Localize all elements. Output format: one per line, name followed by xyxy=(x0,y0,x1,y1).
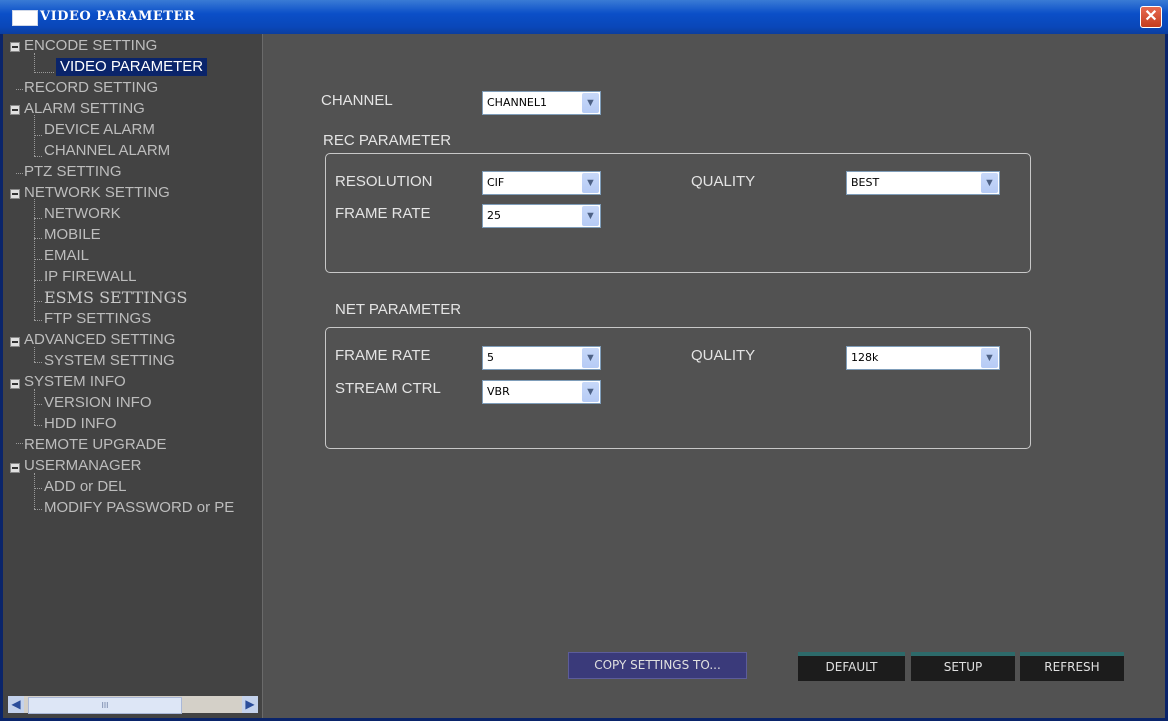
client-area: ENCODE SETTING VIDEO PARAMETER RECORD SE… xyxy=(3,34,1165,718)
channel-label: CHANNEL xyxy=(321,92,393,109)
tree-item-email[interactable]: EMAIL xyxy=(44,247,89,265)
net-stream-ctrl-label: STREAM CTRL xyxy=(335,380,441,397)
net-stream-ctrl-select[interactable]: VBR ▼ xyxy=(482,380,601,404)
net-stream-ctrl-value: VBR xyxy=(487,385,510,398)
tree-item-ip-firewall[interactable]: IP FIREWALL xyxy=(44,268,137,286)
tree-line xyxy=(34,238,42,239)
tree-item-advanced-setting[interactable]: ADVANCED SETTING xyxy=(24,331,175,349)
scroll-thumb[interactable]: III xyxy=(28,697,182,714)
rec-resolution-value: CIF xyxy=(487,176,505,189)
tree-line xyxy=(34,72,54,73)
chevron-down-icon[interactable]: ▼ xyxy=(582,382,599,402)
collapse-icon[interactable] xyxy=(10,189,20,199)
settings-tree: ENCODE SETTING VIDEO PARAMETER RECORD SE… xyxy=(3,34,263,718)
net-quality-label: QUALITY xyxy=(691,347,756,364)
tree-line xyxy=(34,473,35,509)
tree-item-mobile[interactable]: MOBILE xyxy=(44,226,101,244)
rec-quality-label: QUALITY xyxy=(691,173,756,190)
copy-settings-button[interactable]: COPY SETTINGS TO... xyxy=(568,652,747,679)
tree-line xyxy=(34,509,42,510)
tree-line xyxy=(16,89,23,90)
net-framerate-select[interactable]: 5 ▼ xyxy=(482,346,601,370)
chevron-down-icon[interactable]: ▼ xyxy=(582,173,599,193)
net-framerate-label: FRAME RATE xyxy=(335,347,431,364)
tree-line xyxy=(34,259,42,260)
tree-line xyxy=(34,425,42,426)
tree-line xyxy=(34,488,42,489)
tree-item-add-or-del[interactable]: ADD or DEL xyxy=(44,478,127,496)
channel-select[interactable]: CHANNEL1 ▼ xyxy=(482,91,601,115)
net-quality-select[interactable]: 128k ▼ xyxy=(846,346,1000,370)
tree-item-video-parameter[interactable]: VIDEO PARAMETER xyxy=(56,58,208,76)
tree-line xyxy=(34,156,42,157)
tree-item-system-setting[interactable]: SYSTEM SETTING xyxy=(44,352,175,370)
rec-resolution-label: RESOLUTION xyxy=(335,173,433,190)
tree-item-hdd-info[interactable]: HDD INFO xyxy=(44,415,117,433)
net-framerate-value: 5 xyxy=(487,351,494,364)
tree-line xyxy=(34,320,42,321)
default-button[interactable]: DEFAULT xyxy=(798,652,905,681)
tree-item-network-setting[interactable]: NETWORK SETTING xyxy=(24,184,170,202)
tree-item-modify-password[interactable]: MODIFY PASSWORD or PE xyxy=(44,499,261,517)
tree-line xyxy=(16,443,23,444)
channel-select-value: CHANNEL1 xyxy=(487,96,548,109)
chevron-down-icon[interactable]: ▼ xyxy=(582,206,599,226)
collapse-icon[interactable] xyxy=(10,379,20,389)
tree-item-alarm-setting[interactable]: ALARM SETTING xyxy=(24,100,145,118)
tree-line xyxy=(16,173,23,174)
tree-line xyxy=(34,404,42,405)
horizontal-scrollbar[interactable]: ◀ III ▶ xyxy=(8,696,258,714)
tree-item-remote-upgrade[interactable]: REMOTE UPGRADE xyxy=(24,436,167,454)
tree-line xyxy=(34,301,42,302)
chevron-down-icon[interactable]: ▼ xyxy=(582,93,599,113)
tree-item-version-info[interactable]: VERSION INFO xyxy=(44,394,152,412)
close-button[interactable]: ✕ xyxy=(1140,6,1162,28)
setup-button[interactable]: SETUP xyxy=(911,652,1015,681)
refresh-button[interactable]: REFRESH xyxy=(1020,652,1124,681)
tree-item-record-setting[interactable]: RECORD SETTING xyxy=(24,79,158,97)
tree-line xyxy=(34,347,35,362)
rec-quality-value: BEST xyxy=(851,176,880,189)
tree-line xyxy=(34,135,42,136)
tree-item-device-alarm[interactable]: DEVICE ALARM xyxy=(44,121,155,139)
rec-framerate-select[interactable]: 25 ▼ xyxy=(482,204,601,228)
tree-item-usermanager[interactable]: USERMANAGER xyxy=(24,457,142,475)
tree-item-ftp-settings[interactable]: FTP SETTINGS xyxy=(44,310,151,328)
collapse-icon[interactable] xyxy=(10,337,20,347)
window-title: VIDEO PARAMETER xyxy=(40,9,196,24)
collapse-icon[interactable] xyxy=(10,42,20,52)
net-parameter-title: NET PARAMETER xyxy=(335,301,462,318)
rec-framerate-value: 25 xyxy=(487,209,501,222)
rec-resolution-select[interactable]: CIF ▼ xyxy=(482,171,601,195)
collapse-icon[interactable] xyxy=(10,463,20,473)
collapse-icon[interactable] xyxy=(10,105,20,115)
chevron-down-icon[interactable]: ▼ xyxy=(981,173,998,193)
chevron-down-icon[interactable]: ▼ xyxy=(582,348,599,368)
tree-line xyxy=(34,218,42,219)
tree-line xyxy=(34,389,35,425)
rec-quality-select[interactable]: BEST ▼ xyxy=(846,171,1000,195)
tree-line xyxy=(34,362,42,363)
tree-item-network[interactable]: NETWORK xyxy=(44,205,121,223)
title-bar: VIDEO PARAMETER ✕ xyxy=(0,0,1168,34)
tree-item-encode-setting[interactable]: ENCODE SETTING xyxy=(24,37,157,55)
tree-item-system-info[interactable]: SYSTEM INFO xyxy=(24,373,126,391)
net-quality-value: 128k xyxy=(851,351,879,364)
scroll-left-icon[interactable]: ◀ xyxy=(8,696,24,713)
chevron-down-icon[interactable]: ▼ xyxy=(981,348,998,368)
window-icon xyxy=(12,10,38,26)
tree-item-channel-alarm[interactable]: CHANNEL ALARM xyxy=(44,142,170,160)
rec-framerate-label: FRAME RATE xyxy=(335,205,431,222)
scroll-right-icon[interactable]: ▶ xyxy=(242,696,258,713)
tree-item-esms-settings[interactable]: ESMS SETTINGS xyxy=(44,289,187,307)
rec-parameter-title: REC PARAMETER xyxy=(323,132,452,149)
tree-line xyxy=(34,53,35,73)
tree-line xyxy=(34,280,42,281)
tree-item-ptz-setting[interactable]: PTZ SETTING xyxy=(24,163,122,181)
